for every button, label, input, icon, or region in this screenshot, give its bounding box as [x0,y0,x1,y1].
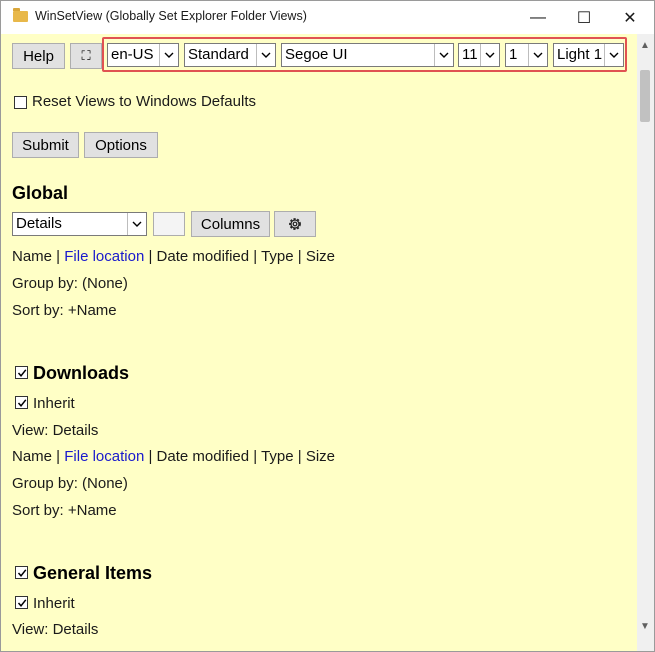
column-size: Size [305,248,336,265]
downloads-view: View: Details [12,422,99,439]
chevron-down-icon [256,44,275,66]
downloads-checkbox[interactable] [15,366,28,379]
column-name: Name [12,448,53,465]
chevron-down-icon [159,44,178,66]
options-button[interactable]: Options [84,132,158,158]
chevron-down-icon [480,44,499,66]
chevron-down-icon [528,44,547,66]
global-view-select[interactable]: Details [12,212,147,236]
scroll-up-icon[interactable]: ▲ [640,40,650,51]
downloads-group-by: Group by: (None) [12,475,128,492]
chevron-down-icon [604,44,623,66]
theme-select[interactable]: Light 1 [553,43,624,67]
separator: | [293,448,306,465]
downloads-sort-by: Sort by: +Name [12,502,117,519]
mode-select[interactable]: Standard [184,43,276,67]
font-value: Segoe UI [285,46,348,63]
downloads-inherit-checkbox[interactable] [15,396,28,409]
separator: | [249,448,262,465]
checkmark-icon [17,369,27,377]
scale-select[interactable]: 1 [505,43,548,67]
chevron-down-icon [434,44,453,66]
downloads-heading: Downloads [33,363,130,383]
column-date-modified: Date modified [156,448,250,465]
general-items-inherit-checkbox[interactable] [15,596,28,609]
fullscreen-button[interactable]: ⛶ [70,43,102,69]
gear-icon [287,216,303,232]
reset-label: Reset Views to Windows Defaults [32,93,256,110]
app-window: WinSetView (Globally Set Explorer Folder… [0,0,655,652]
general-items-view: View: Details [12,621,99,638]
maximize-icon: ☐ [576,9,592,27]
language-select[interactable]: en-US [107,43,179,67]
chevron-down-icon [127,213,146,235]
columns-button[interactable]: Columns [191,211,270,237]
general-items-inherit-label: Inherit [33,595,75,612]
help-button[interactable]: Help [12,43,65,69]
global-view-value: Details [16,215,62,232]
theme-value: Light 1 [557,46,603,63]
scroll-thumb[interactable] [640,70,650,122]
downloads-inherit-label: Inherit [33,395,75,412]
scroll-down-icon[interactable]: ▼ [640,621,650,632]
close-icon: ✕ [623,9,637,27]
column-size: Size [305,448,336,465]
downloads-columns-line: Name | File location | Date modified | T… [12,448,335,465]
vertical-scrollbar[interactable]: ▲ ▼ [637,34,654,651]
column-date-modified: Date modified [156,248,250,265]
icon-size-box[interactable] [153,212,185,236]
checkmark-icon [17,569,27,577]
submit-button[interactable]: Submit [12,132,79,158]
minimize-icon: — [530,8,546,26]
maximize-button[interactable]: ☐ [561,1,607,34]
separator: | [144,448,157,465]
column-name: Name [12,248,53,265]
font-select[interactable]: Segoe UI [281,43,454,67]
font-size-value: 11 [462,46,478,63]
reset-checkbox[interactable] [14,96,27,109]
title-bar: WinSetView (Globally Set Explorer Folder… [1,1,654,34]
column-type: Type [261,448,294,465]
scale-value: 1 [509,46,518,63]
folder-icon [13,8,28,22]
separator: | [52,448,65,465]
global-sort-by: Sort by: +Name [12,302,117,319]
settings-button[interactable] [274,211,316,237]
general-items-heading: General Items [33,563,153,583]
language-value: en-US [111,46,154,63]
separator: | [144,248,157,265]
separator: | [249,248,262,265]
general-items-checkbox[interactable] [15,566,28,579]
separator: | [52,248,65,265]
global-columns-line: Name | File location | Date modified | T… [12,248,335,265]
main-content: Help ⛶ en-US Standard Segoe UI 11 1 Ligh… [1,34,637,651]
fullscreen-icon: ⛶ [81,48,91,63]
close-button[interactable]: ✕ [607,1,653,34]
global-heading: Global [12,183,69,203]
global-group-by: Group by: (None) [12,275,128,292]
column-file-location-link[interactable]: File location [64,248,144,265]
window-title: WinSetView (Globally Set Explorer Folder… [35,9,307,23]
column-file-location-link[interactable]: File location [64,448,144,465]
font-size-select[interactable]: 11 [458,43,500,67]
checkmark-icon [17,399,27,407]
minimize-button[interactable]: — [515,1,561,34]
column-type: Type [261,248,294,265]
separator: | [293,248,306,265]
mode-value: Standard [188,46,249,63]
checkmark-icon [17,599,27,607]
